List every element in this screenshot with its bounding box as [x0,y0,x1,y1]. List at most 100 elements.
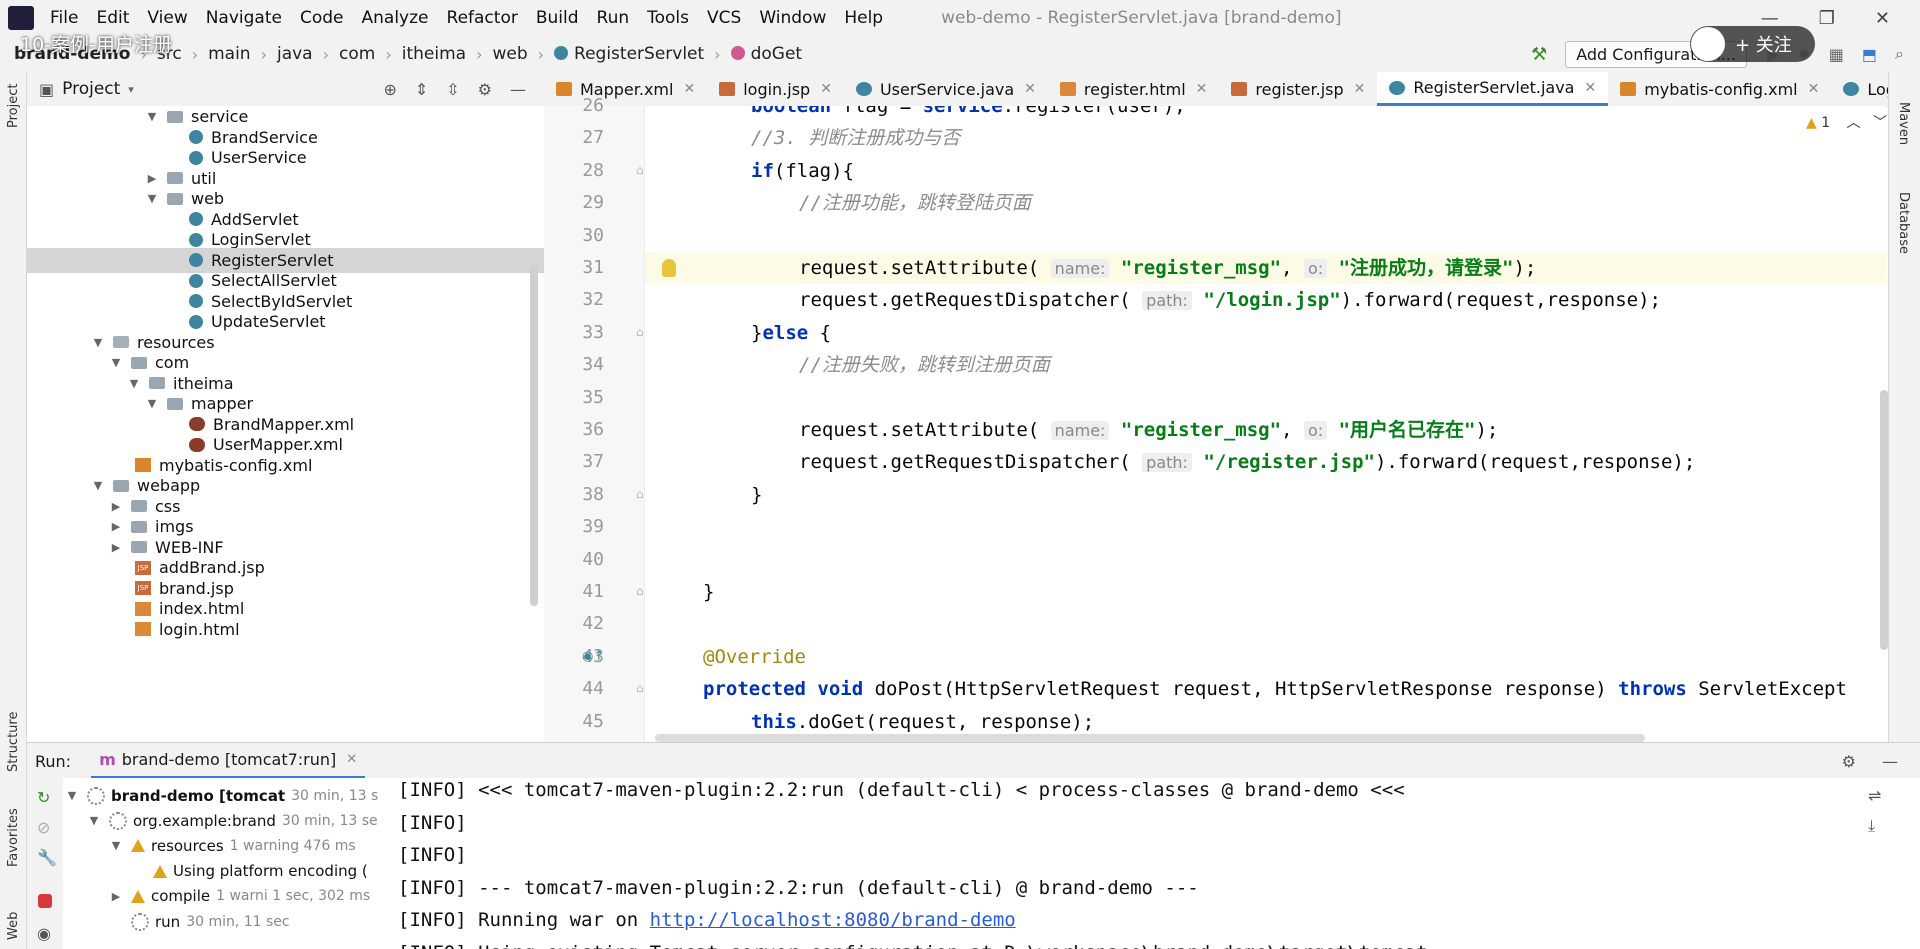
tab-register-html[interactable]: register.html ✕ [1048,72,1220,106]
menu-navigate[interactable]: Navigate [206,8,282,28]
close-icon[interactable]: ✕ [1024,81,1036,97]
run-tree-item[interactable]: run 30 min, 11 sec [109,909,290,934]
close-icon[interactable]: ✕ [1808,81,1820,97]
follow-button[interactable]: + 关注 [1690,26,1815,62]
tab-register-jsp[interactable]: register.jsp ✕ [1219,72,1377,106]
menu-vcs[interactable]: VCS [707,8,741,28]
menu-edit[interactable]: Edit [96,8,129,28]
run-tree-item[interactable]: ▼ org.example:brand 30 min, 13 sec [87,808,378,833]
project-structure-icon[interactable]: ▦ [1829,45,1844,64]
collapse-all-icon[interactable]: ⇳ [446,80,459,99]
build-hammer-icon[interactable]: ⚒ [1531,44,1547,65]
fold-marker-icon[interactable]: ⌂ [636,584,644,598]
override-marker-icon[interactable]: ◉↑ [582,649,604,664]
update-icon[interactable]: ⬒ [1862,45,1877,64]
chevron-right-icon[interactable]: ▶ [109,541,123,554]
chevron-down-icon[interactable]: ▼ [91,479,105,492]
chevron-right-icon[interactable]: ▶ [145,172,159,185]
run-console[interactable]: [INFO] <<< tomcat7-maven-plugin:2.2:run … [378,778,1920,949]
gear-icon[interactable]: ⚙ [478,80,492,99]
fold-marker-icon[interactable]: ⌂ [636,325,644,339]
close-icon[interactable]: ✕ [683,81,695,97]
hide-icon[interactable]: — [1882,752,1898,771]
run-tree-item[interactable]: ▼ resources 1 warning 476 ms [109,833,356,858]
editor-vertical-scrollbar[interactable] [1880,390,1888,650]
structure-stripe-button[interactable]: Structure [6,712,21,772]
chevron-up-icon[interactable]: ︿ [1847,115,1861,131]
restore-icon[interactable]: ❐ [1819,8,1835,29]
chevron-down-icon[interactable]: ▼ [87,814,101,827]
run-tree-item[interactable]: ▼ brand-demo [tomcat 30 min, 13 sec [65,783,378,808]
close-icon[interactable]: ✕ [1354,81,1366,97]
console-link[interactable]: http://localhost:8080/brand-demo [650,909,1016,931]
toggle-view-icon[interactable]: ⊘ [37,818,53,837]
chevron-down-icon[interactable]: ▾ [128,83,134,96]
soft-wrap-icon[interactable]: ⇌ [1868,786,1881,805]
project-panel-title[interactable]: Project [62,79,120,99]
web-stripe-button[interactable]: Web [6,912,21,940]
menu-view[interactable]: View [147,8,187,28]
close-icon[interactable]: ✕ [1196,81,1208,97]
fold-marker-icon[interactable]: ⌂ [636,487,644,501]
close-icon[interactable]: ✕ [1584,80,1596,96]
locate-icon[interactable]: ⊕ [383,80,396,99]
chevron-right-icon[interactable]: ▶ [109,500,123,513]
chevron-down-icon[interactable]: ﹀ [1873,115,1887,131]
tab-userservice-java[interactable]: UserService.java ✕ [844,72,1048,106]
project-tree-scrollbar[interactable] [530,266,538,606]
breadcrumb-item[interactable]: com [339,44,375,64]
run-tree-item[interactable]: Using platform encoding ( [131,859,368,884]
close-icon[interactable]: ✕ [820,81,832,97]
code-editor[interactable]: boolean flag = service.register(user); //… [645,106,1887,742]
expand-all-icon[interactable]: ⇕ [415,80,428,99]
editor-horizontal-scrollbar[interactable] [655,734,1645,742]
chevron-down-icon[interactable]: ▼ [145,397,159,410]
chevron-down-icon[interactable]: ▼ [127,377,141,390]
menu-build[interactable]: Build [536,8,579,28]
gear-icon[interactable]: ⚙ [1842,752,1856,771]
maven-stripe-button[interactable]: Maven [1896,102,1911,145]
close-icon[interactable]: ✕ [1875,8,1890,29]
chevron-down-icon[interactable]: ▼ [65,789,79,802]
menu-window[interactable]: Window [759,8,826,28]
menu-help[interactable]: Help [844,8,883,28]
rerun-icon[interactable]: ↻ [37,788,53,807]
breadcrumb-item[interactable]: main [208,44,250,64]
chevron-down-icon[interactable]: ▼ [109,839,123,852]
database-stripe-button[interactable]: Database [1896,192,1911,254]
menu-code[interactable]: Code [300,8,344,28]
stop-icon[interactable] [38,894,52,908]
inspection-widget[interactable]: ▲ 1 ︿ ﹀ [1806,112,1887,132]
eye-icon[interactable]: ◉ [37,924,53,943]
tab-login-jsp[interactable]: login.jsp ✕ [707,72,844,106]
breadcrumb-item[interactable]: doGet [730,44,802,64]
menu-tools[interactable]: Tools [647,8,689,28]
wrench-icon[interactable]: 🔧 [37,848,57,867]
menu-file[interactable]: File [50,8,78,28]
run-tab[interactable]: m brand-demo [tomcat7:run] ✕ [91,743,366,779]
breadcrumb-item[interactable]: java [277,44,313,64]
chevron-right-icon[interactable]: ▶ [109,890,123,903]
intention-bulb-icon[interactable] [662,259,676,277]
chevron-down-icon[interactable]: ▼ [109,356,123,369]
menu-analyze[interactable]: Analyze [362,8,429,28]
fold-marker-icon[interactable]: ⌂ [636,163,644,177]
breadcrumb-item[interactable]: RegisterServlet [554,44,704,64]
chevron-down-icon[interactable]: ▼ [91,336,105,349]
breadcrumb-item[interactable]: web [492,44,527,64]
search-icon[interactable]: ⌕ [1895,44,1904,64]
favorites-stripe-button[interactable]: Favorites [6,808,21,867]
project-stripe-button[interactable]: Project [6,84,21,128]
menu-refactor[interactable]: Refactor [447,8,518,28]
fold-marker-icon[interactable]: ⌂ [636,681,644,695]
chevron-down-icon[interactable]: ▼ [145,110,159,123]
tab-registerservlet-java[interactable]: RegisterServlet.java ✕ [1377,72,1609,106]
tree-item[interactable]: login.html [27,617,544,642]
breadcrumb-item[interactable]: itheima [402,44,466,64]
chevron-right-icon[interactable]: ▶ [109,520,123,533]
close-icon[interactable]: ✕ [346,752,357,767]
run-tree-item[interactable]: ▶ compile 1 warni 1 sec, 302 ms [109,884,370,909]
hide-icon[interactable]: — [510,80,526,99]
tab-mybatis-config-xml[interactable]: mybatis-config.xml ✕ [1608,72,1831,106]
menu-run[interactable]: Run [597,8,630,28]
